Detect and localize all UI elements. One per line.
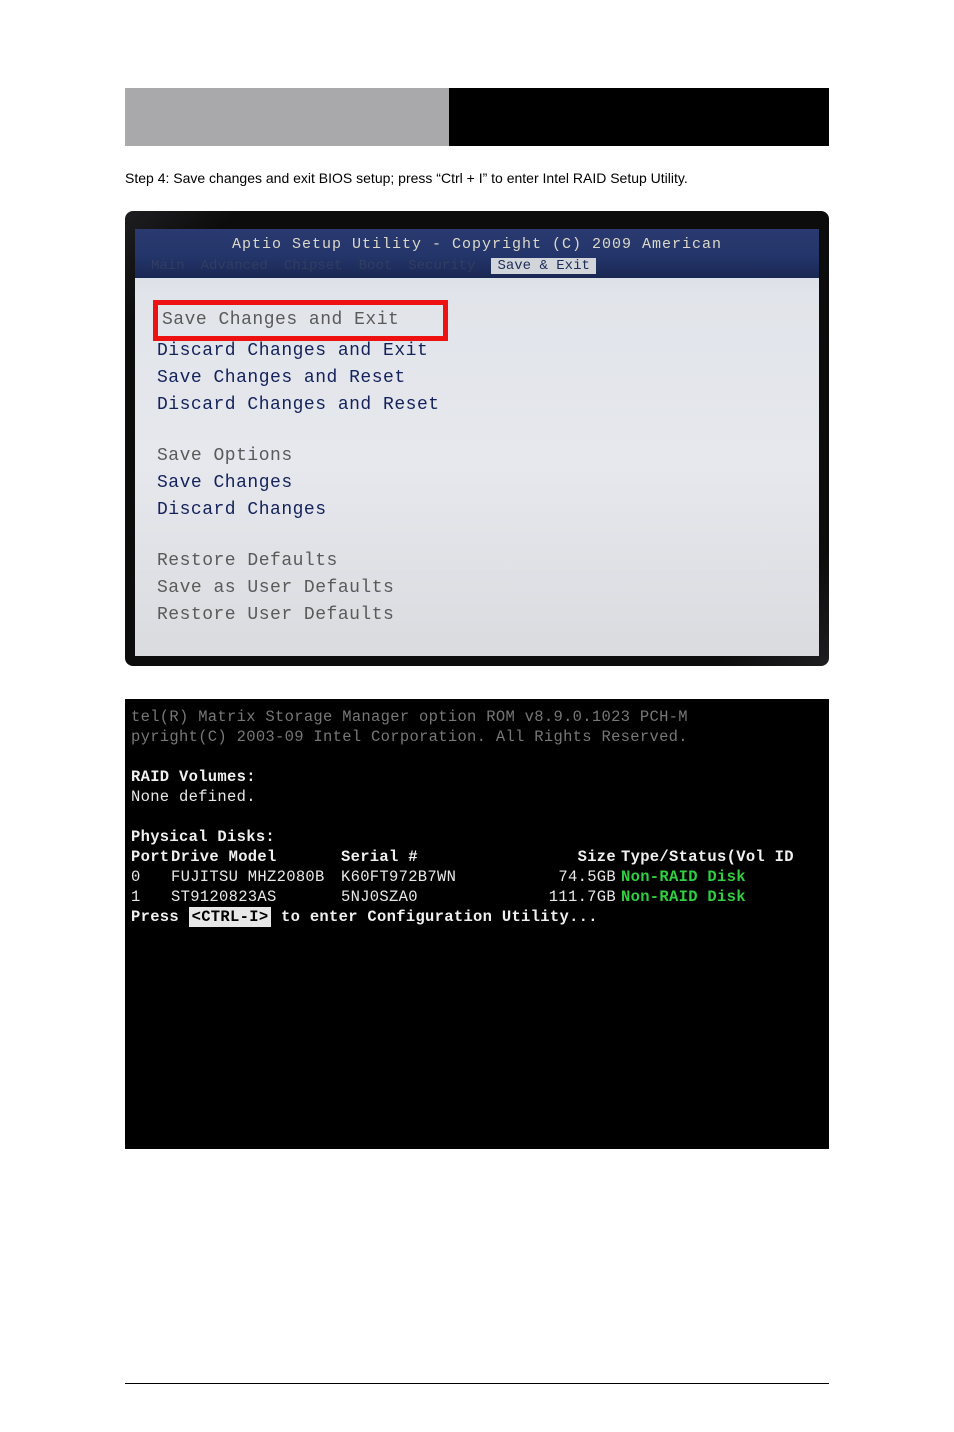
disk-status: Non-RAID Disk	[616, 867, 746, 887]
press-prefix: Press	[131, 907, 189, 927]
bios-item: Save as User Defaults	[157, 578, 394, 598]
disk-size: 74.5GB	[536, 867, 616, 887]
rom-disk-row: 0 FUJITSU MHZ2080B K60FT972B7WN 74.5GB N…	[131, 867, 826, 887]
bios-menubar: Main Advanced Chipset Boot Security Save…	[135, 256, 819, 278]
bios-item: Discard Changes and Reset	[157, 395, 440, 415]
bios-item: Restore User Defaults	[157, 605, 394, 625]
rom-raid-heading: RAID Volumes:	[131, 767, 826, 787]
bios-item: Discard Changes and Exit	[157, 341, 428, 361]
col-status: Type/Status(Vol ID	[616, 847, 794, 867]
disk-model: ST9120823AS	[171, 887, 341, 907]
bios-tab: Advanced	[201, 258, 268, 274]
bios-tab: Main	[151, 258, 185, 274]
bios-screenshot: Aptio Setup Utility - Copyright (C) 2009…	[125, 211, 829, 666]
optionrom-screenshot: tel(R) Matrix Storage Manager option ROM…	[125, 699, 829, 1149]
disk-serial: 5NJ0SZA0	[341, 887, 536, 907]
header-right	[449, 88, 829, 146]
disk-model: FUJITSU MHZ2080B	[171, 867, 341, 887]
bios-group-heading: Save Options	[157, 446, 293, 466]
bios-inner: Aptio Setup Utility - Copyright (C) 2009…	[135, 229, 819, 656]
press-suffix: to enter Configuration Utility...	[271, 907, 597, 927]
footer-rule	[125, 1383, 829, 1384]
rom-column-headers: Port Drive Model Serial # Size Type/Stat…	[131, 847, 826, 867]
disk-port: 0	[131, 867, 171, 887]
col-serial: Serial #	[341, 847, 536, 867]
step-prefix: Step 4: Save changes and exit BIOS setup…	[125, 170, 436, 186]
bios-title: Aptio Setup Utility - Copyright (C) 2009…	[135, 229, 819, 256]
rom-title-2: pyright(C) 2003-09 Intel Corporation. Al…	[131, 727, 826, 747]
rom-press-line: Press <CTRL-I> to enter Configuration Ut…	[131, 907, 826, 927]
chapter-header	[125, 88, 829, 146]
rom-raid-status: None defined.	[131, 787, 826, 807]
bios-item: Discard Changes	[157, 500, 327, 520]
step-suffix: to enter Intel RAID Setup Utility.	[487, 170, 688, 186]
col-size: Size	[536, 847, 616, 867]
bios-tab: Security	[408, 258, 475, 274]
disk-serial: K60FT972B7WN	[341, 867, 536, 887]
disk-status: Non-RAID Disk	[616, 887, 746, 907]
disk-port: 1	[131, 887, 171, 907]
bios-tab: Boot	[359, 258, 393, 274]
bios-tab-active: Save & Exit	[491, 258, 595, 274]
bios-item: Save Changes and Reset	[157, 368, 406, 388]
bios-item: Restore Defaults	[157, 551, 338, 571]
step-key: Ctrl + I	[441, 170, 483, 186]
rom-disk-row: 1 ST9120823AS 5NJ0SZA0 111.7GB Non-RAID …	[131, 887, 826, 907]
bios-body: Save Changes and Exit Discard Changes an…	[135, 278, 819, 656]
bios-item-selected: Save Changes and Exit	[153, 300, 448, 341]
rom-phys-heading: Physical Disks:	[131, 827, 826, 847]
disk-size: 111.7GB	[536, 887, 616, 907]
step-instruction: Step 4: Save changes and exit BIOS setup…	[125, 168, 829, 189]
bios-item: Save Changes	[157, 473, 293, 493]
col-model: Drive Model	[171, 847, 341, 867]
rom-title-1: tel(R) Matrix Storage Manager option ROM…	[131, 707, 826, 727]
press-key: <CTRL-I>	[189, 907, 272, 927]
header-left	[125, 88, 449, 146]
bios-tab: Chipset	[284, 258, 343, 274]
col-port: Port	[131, 847, 171, 867]
